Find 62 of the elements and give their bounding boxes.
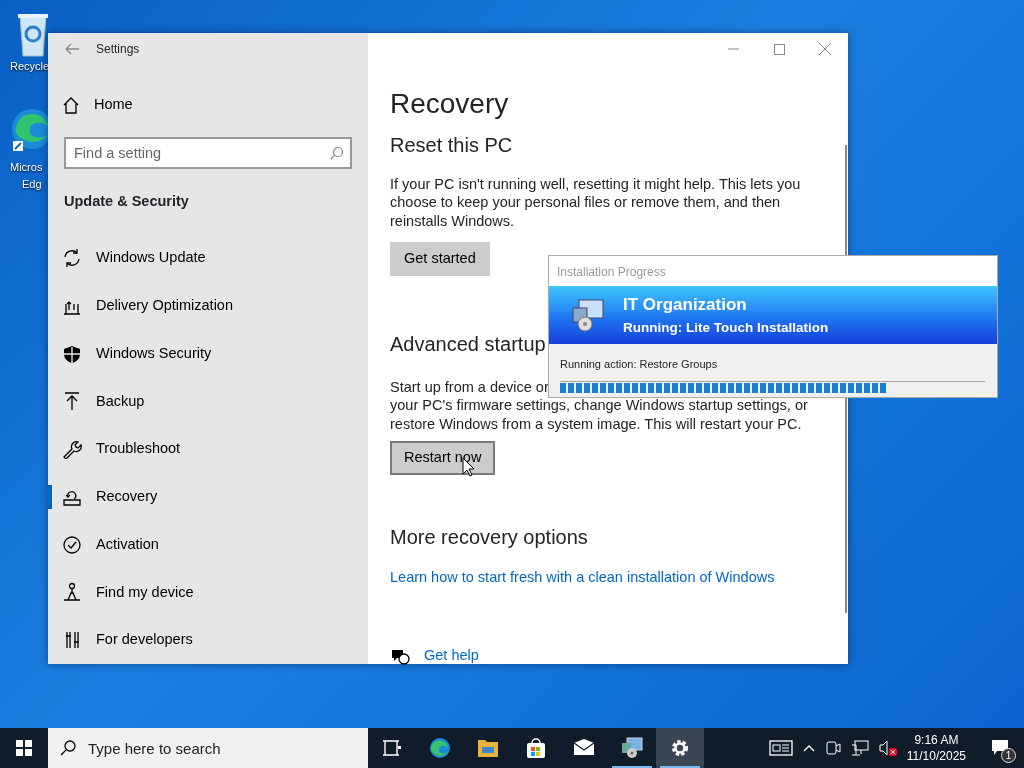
section-heading: Advanced startup (390, 331, 546, 356)
description-line: Start up from a device or (390, 377, 549, 397)
icon-label: Micros (10, 160, 43, 175)
organization-name: IT Organization (623, 294, 748, 317)
sidebar-item[interactable]: Delivery Optimization (48, 282, 368, 330)
folder-icon (477, 737, 499, 759)
network-icon[interactable] (850, 740, 869, 756)
description-line: restore Windows from a system image. This will restart your PC. (390, 414, 802, 434)
search-icon (330, 145, 344, 160)
windows-logo-icon (16, 740, 32, 756)
volume-muted-icon[interactable] (878, 740, 897, 756)
section-heading: Update & Security (63, 191, 190, 211)
sidebar-item[interactable]: Activation (48, 520, 368, 569)
get-started-button[interactable]: Get started (390, 242, 490, 276)
dialog-title: Installation Progress (549, 256, 997, 286)
search-field[interactable]: Find a setting (64, 136, 352, 169)
action-text: Running action: Restore Groups (559, 357, 719, 372)
shield-icon (62, 343, 82, 364)
clock[interactable]: 9:16 AM 11/10/2025 (906, 732, 966, 764)
taskbar-app-button[interactable] (656, 728, 704, 768)
computer-disc-icon (621, 737, 643, 759)
close-icon[interactable] (819, 43, 831, 55)
description-line: your PC's firmware settings, change Windows startup settings, or (390, 396, 808, 415)
sidebar-item[interactable]: Recovery (48, 473, 368, 521)
section-heading: Reset this PC (390, 132, 514, 157)
icon-label: Edg (22, 176, 42, 192)
page-title: Recovery (390, 87, 510, 121)
maximize-icon[interactable] (773, 43, 785, 55)
check-circle-icon (62, 534, 82, 555)
sidebar-item[interactable]: For developers (48, 616, 368, 665)
store-icon (525, 737, 547, 759)
task-view-icon (381, 737, 403, 759)
sidebar-item[interactable]: Find my device (48, 568, 368, 617)
camera-icon[interactable] (824, 740, 841, 756)
notifications-button[interactable]: 1 (976, 728, 1024, 768)
taskbar-search-field[interactable]: Type here to search (48, 728, 368, 768)
edge-icon (429, 737, 451, 759)
description-text: If your PC isn't running well, resetting it might help. This lets you choose to keep your personal files or remove them, and then reinstalls Windows. (390, 174, 802, 231)
refresh-icon (62, 248, 82, 269)
window-title: Settings (96, 40, 140, 58)
sidebar-item[interactable]: Troubleshoot (48, 425, 368, 474)
home-item[interactable]: Home (48, 80, 368, 129)
get-help-link[interactable]: Get help (424, 644, 479, 667)
help-link[interactable]: Learn how to start fresh with a clean installation of Windows (390, 567, 775, 589)
wrench-icon (62, 439, 82, 460)
home-icon (62, 95, 80, 114)
computer-disc-icon (571, 298, 605, 332)
sidebar-item[interactable]: Windows Update (48, 234, 368, 283)
status-text: Running: Lite Touch Installation (623, 318, 829, 337)
upload-arrow-icon (62, 391, 82, 412)
back-arrow-icon[interactable] (64, 42, 80, 55)
section-heading: More recovery options (390, 525, 588, 550)
sidebar-item[interactable]: Backup (48, 377, 368, 426)
settings-icon (669, 737, 691, 759)
chevron-up-icon[interactable] (802, 744, 815, 752)
search-icon (60, 740, 76, 756)
chat-icon (991, 739, 1009, 757)
news-icon[interactable] (768, 739, 793, 757)
icon-label: Recycle (10, 59, 50, 74)
notification-count: 1 (1001, 748, 1016, 763)
person-pin-icon (62, 582, 82, 603)
sidebar-item[interactable]: Windows Security (48, 329, 368, 378)
